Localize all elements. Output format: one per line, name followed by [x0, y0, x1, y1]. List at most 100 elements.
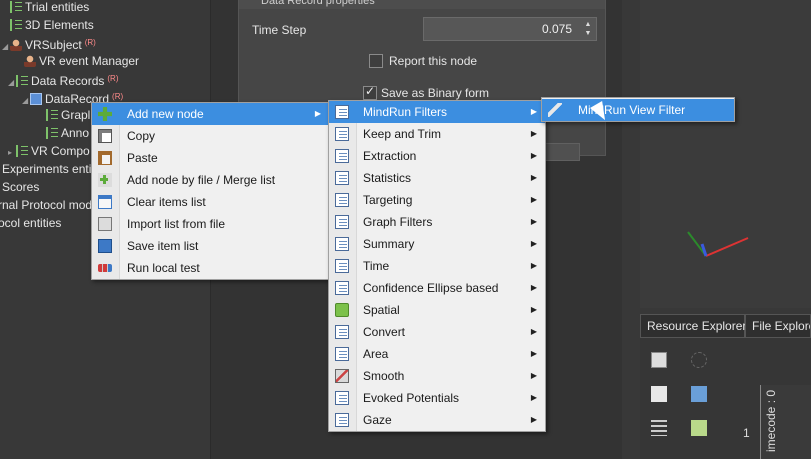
paste-icon	[98, 151, 112, 165]
tree-item-graph[interactable]: Grapl	[46, 106, 90, 124]
menu-item-targeting[interactable]: Targeting ▶	[329, 189, 545, 211]
submenu-arrow-icon: ▶	[530, 239, 537, 248]
resource-wave-icon[interactable]	[651, 420, 667, 436]
pen-icon	[548, 103, 562, 117]
tree-item-vrsubject[interactable]: ◢ VRSubject (R)	[2, 34, 96, 52]
menu-item-convert[interactable]: Convert ▶	[329, 321, 545, 343]
add-icon	[98, 107, 112, 121]
menu-item-copy[interactable]: Copy	[92, 125, 329, 147]
menu-item-run-local-test[interactable]: Run local test	[92, 257, 329, 279]
menu-item-label: Convert	[363, 325, 406, 339]
tree-item-data-records[interactable]: ◢ Data Records (R)	[8, 70, 118, 88]
menu-item-paste[interactable]: Paste	[92, 147, 329, 169]
tree-item-vr-components[interactable]: ▸ VR Compo	[8, 142, 90, 160]
menu-item-label: Run local test	[127, 261, 200, 275]
report-node-label: Report this node	[389, 54, 478, 68]
add-file-icon	[98, 173, 112, 187]
tree-item-label: ocol entities	[0, 216, 62, 230]
spin-up-icon[interactable]: ▲	[582, 20, 594, 29]
menu-item-label: Spatial	[363, 303, 400, 317]
tree-item-annotations[interactable]: Anno	[46, 124, 89, 142]
node-icon	[335, 347, 349, 361]
resource-empty-icon[interactable]	[691, 352, 707, 368]
time-step-spinbox[interactable]: 0.075 ▲ ▼	[423, 17, 597, 41]
properties-header: Data Record properties	[239, 0, 605, 9]
menu-item-spatial[interactable]: Spatial ▶	[329, 299, 545, 321]
resource-device-icon[interactable]	[691, 386, 707, 402]
menu-item-statistics[interactable]: Statistics ▶	[329, 167, 545, 189]
menu-item-mindrun-view-filter[interactable]: MindRun View Filter	[542, 99, 734, 121]
submenu-arrow-icon: ▶	[530, 393, 537, 402]
menu-item-confidence-ellipse[interactable]: Confidence Ellipse based ▶	[329, 277, 545, 299]
menu-item-label: Import list from file	[127, 217, 226, 231]
reference-badge: (R)	[112, 92, 124, 101]
menu-item-label: Extraction	[363, 149, 417, 163]
menu-item-area[interactable]: Area ▶	[329, 343, 545, 365]
reference-badge: (R)	[84, 38, 96, 47]
spin-buttons[interactable]: ▲ ▼	[582, 20, 594, 38]
menu-item-label: Gaze	[363, 413, 392, 427]
timecode-value: 1	[743, 426, 750, 440]
tree-item-label: Grapl	[61, 108, 91, 122]
menu-item-graph-filters[interactable]: Graph Filters ▶	[329, 211, 545, 233]
tree-item-experiments-entities[interactable]: Experiments entiti	[2, 160, 97, 178]
menu-item-time[interactable]: Time ▶	[329, 255, 545, 277]
timecode-label: imecode : 0	[764, 389, 778, 452]
tree-item-internal-protocol[interactable]: rnal Protocol mod	[0, 196, 92, 214]
menu-item-label: Add new node	[127, 107, 204, 121]
tab-resource-explorer[interactable]: Resource Explorer	[640, 314, 746, 338]
menu-item-label: Targeting	[363, 193, 413, 207]
tree-item-3d-elements[interactable]: 3D Elements	[10, 16, 94, 34]
tree-item-vr-event-manager[interactable]: VR event Manager	[24, 52, 139, 70]
menu-item-keep-and-trim[interactable]: Keep and Trim ▶	[329, 123, 545, 145]
tab-file-explorer[interactable]: File Explore	[745, 314, 811, 338]
menu-item-label: Paste	[127, 151, 158, 165]
node-icon	[335, 413, 349, 427]
menu-item-import-list[interactable]: Import list from file	[92, 213, 329, 235]
node-icon	[335, 259, 349, 273]
collapse-arrow-icon[interactable]: ◢	[8, 74, 16, 92]
menu-item-extraction[interactable]: Extraction ▶	[329, 145, 545, 167]
menu-item-evoked-potentials[interactable]: Evoked Potentials ▶	[329, 387, 545, 409]
record-icon	[30, 93, 42, 105]
menu-item-label: Statistics	[363, 171, 412, 185]
menu-item-summary[interactable]: Summary ▶	[329, 233, 545, 255]
tree-item-label: Scores	[2, 180, 40, 194]
submenu-arrow-icon: ▶	[530, 217, 537, 226]
menu-item-mindrun-filters[interactable]: MindRun Filters ▶	[329, 101, 545, 123]
spin-down-icon[interactable]: ▼	[582, 29, 594, 38]
user-icon	[10, 39, 22, 51]
resource-note-icon[interactable]	[691, 420, 707, 436]
list-icon	[10, 1, 22, 13]
list-icon	[16, 75, 28, 87]
resource-document-icon[interactable]	[651, 386, 667, 402]
tree-item-scores[interactable]: Scores	[2, 178, 39, 196]
submenu-arrow-icon: ▶	[530, 349, 537, 358]
list-icon	[10, 19, 22, 31]
node-icon	[335, 281, 349, 295]
menu-item-smooth[interactable]: Smooth ▶	[329, 365, 545, 387]
menu-item-add-node-by-file[interactable]: Add node by file / Merge list	[92, 169, 329, 191]
node-icon	[335, 171, 349, 185]
binary-form-checkbox[interactable]	[363, 84, 377, 100]
menu-item-label: Save item list	[127, 239, 199, 253]
list-icon	[16, 145, 28, 157]
collapse-arrow-icon[interactable]: ◢	[2, 38, 10, 56]
collapse-arrow-icon[interactable]: ◢	[22, 92, 30, 110]
3d-viewport[interactable]	[640, 0, 811, 308]
tree-item-label: Anno	[61, 126, 90, 140]
menu-item-clear-items-list[interactable]: Clear items list	[92, 191, 329, 213]
menu-item-save-item-list[interactable]: Save item list	[92, 235, 329, 257]
menu-item-add-new-node[interactable]: Add new node ▶	[92, 103, 329, 125]
menu-item-gaze[interactable]: Gaze ▶	[329, 409, 545, 431]
menu-item-label: Add node by file / Merge list	[127, 173, 276, 187]
spatial-icon	[335, 303, 349, 317]
tree-item-protocol-entities[interactable]: ocol entities	[0, 214, 61, 232]
menu-item-label: Evoked Potentials	[363, 391, 460, 405]
resource-file-icon[interactable]	[651, 352, 667, 368]
menu-item-label: Area	[363, 347, 389, 361]
menu-item-label: Confidence Ellipse based	[363, 281, 499, 295]
tree-item-trial-entities[interactable]: Trial entities	[10, 0, 89, 16]
report-node-checkbox[interactable]	[369, 54, 383, 68]
menu-item-label: Smooth	[363, 369, 405, 383]
